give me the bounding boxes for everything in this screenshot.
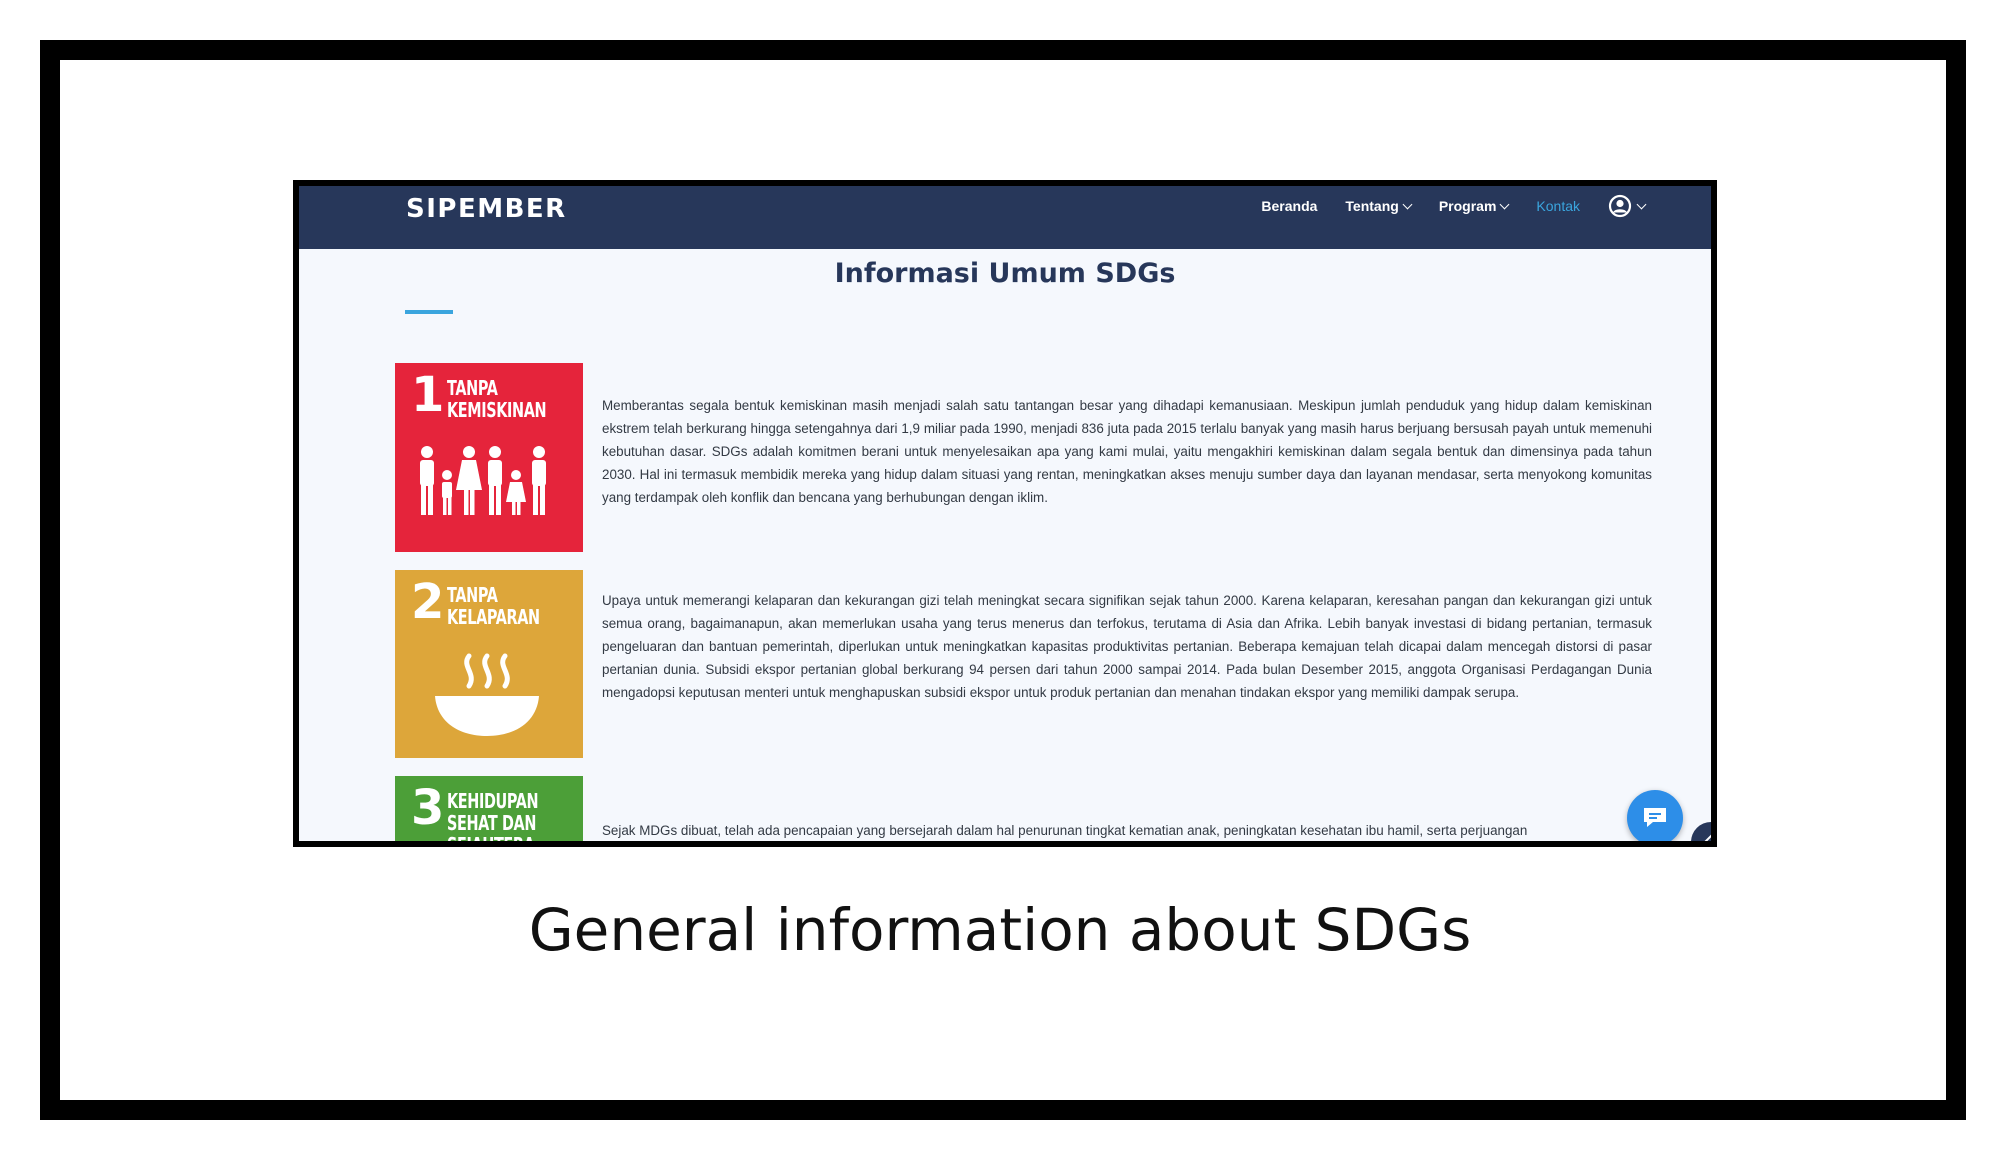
sdg-label: KEHIDUPAN SEHAT DAN SEJAHTERA [447,789,539,847]
sdg-number: 3 [411,780,445,836]
arrow-up-icon [1704,834,1711,841]
sdg-label: TANPA KELAPARAN [447,583,540,629]
nav-item-label: Kontak [1536,198,1580,214]
nav-item-beranda[interactable]: Beranda [1261,198,1317,214]
user-circle-icon [1608,194,1632,218]
slide-caption: General information about SDGs [528,896,1472,964]
scroll-top-button[interactable] [1691,822,1711,841]
navbar: SIPEMBER Beranda Tentang Program Kontak [299,186,1711,249]
chevron-down-icon [1499,199,1510,209]
title-underline [405,310,453,314]
family-icon [420,446,546,515]
nav-item-program[interactable]: Program [1438,198,1510,214]
nav-menu: Beranda Tentang Program Kontak [1261,186,1647,226]
chat-button[interactable] [1627,790,1683,841]
sdg-label: TANPA KEMISKINAN [447,376,547,422]
chevron-down-icon [1636,199,1647,209]
sdg-description-1: Memberantas segala bentuk kemiskinan mas… [602,398,1652,505]
sdg-number: 1 [411,367,445,423]
sdg-description-2: Upaya untuk memerangi kelaparan dan keku… [602,593,1652,700]
website-screenshot: SIPEMBER Beranda Tentang Program Kontak [293,180,1717,847]
sdg-description-3: Sejak MDGs dibuat, telah ada pencapaian … [602,823,1528,838]
sdg-tile-3: 3 KEHIDUPAN SEHAT DAN SEJAHTERA [395,776,583,847]
sdg-number: 2 [411,574,445,630]
nav-item-tentang[interactable]: Tentang [1345,198,1413,214]
chat-bubble-icon [1644,808,1666,827]
sdg-tile-1: 1 TANPA KEMISKINAN [395,363,583,552]
user-menu[interactable] [1608,194,1647,218]
steaming-bowl-icon [435,653,539,736]
sdg-tile-2: 2 TANPA KELAPARAN [395,570,583,758]
brand-logo[interactable]: SIPEMBER [406,194,567,224]
chevron-down-icon [1402,199,1413,209]
page-title: Informasi Umum SDGs [834,258,1176,289]
nav-item-label: Beranda [1261,198,1318,214]
nav-item-label: Program [1438,198,1497,214]
nav-item-kontak[interactable]: Kontak [1536,198,1580,214]
nav-item-label: Tentang [1345,198,1399,214]
